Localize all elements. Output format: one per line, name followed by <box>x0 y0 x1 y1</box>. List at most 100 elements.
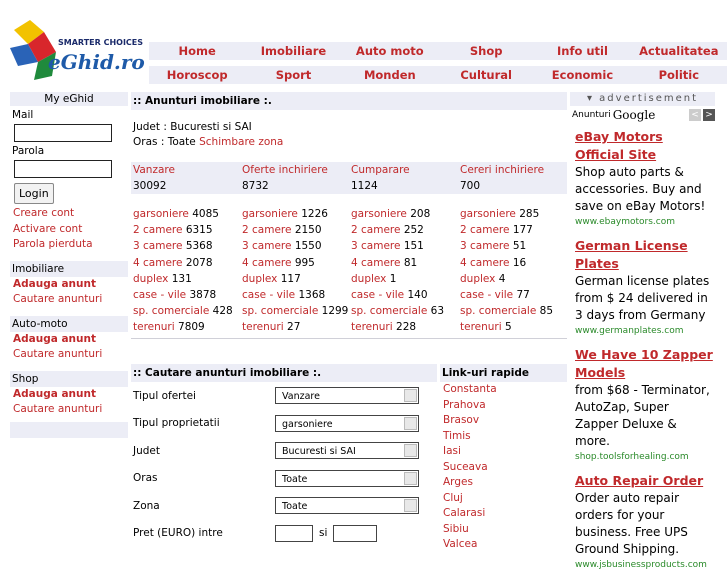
ad-url-link[interactable]: www.ebaymotors.com <box>575 215 715 229</box>
property-type-link[interactable]: 2 camere <box>460 224 509 236</box>
imobiliare-search-link[interactable]: Cautare anunturi <box>13 292 125 308</box>
property-type-link[interactable]: duplex <box>133 273 168 285</box>
create-account-link[interactable]: Creare cont <box>13 206 125 222</box>
auto-moto-search-link[interactable]: Cautare anunturi <box>13 347 125 363</box>
quick-link-item[interactable]: Constanta <box>440 382 567 398</box>
nav-actualitatea[interactable]: Actualitatea <box>631 42 727 60</box>
password-input[interactable] <box>14 160 112 178</box>
property-type-link[interactable]: sp. comerciale <box>242 305 318 317</box>
quick-links-title: Link-uri rapide <box>440 364 567 382</box>
property-type-link[interactable]: 2 camere <box>242 224 291 236</box>
auto-moto-add-link[interactable]: Adauga anunt <box>13 332 125 348</box>
nav-cultural[interactable]: Cultural <box>438 66 534 84</box>
ads-column: ▾ advertisement Anunturi Google < > eBay… <box>570 92 715 572</box>
ad-url-link[interactable]: www.germanplates.com <box>575 324 715 338</box>
advertisement-header: ▾ advertisement <box>570 92 715 106</box>
nav-politic[interactable]: Politic <box>631 66 727 84</box>
lost-password-link[interactable]: Parola pierduta <box>13 237 125 253</box>
ad-url-link[interactable]: www.jsbusinessproducts.com <box>575 558 715 572</box>
property-type-link[interactable]: 4 camere <box>242 257 291 269</box>
nav-imobiliare[interactable]: Imobiliare <box>245 42 341 60</box>
nav-auto-moto[interactable]: Auto moto <box>342 42 438 60</box>
form-row-zone: Zona Toate <box>131 492 437 520</box>
property-type-link[interactable]: case - vile <box>242 289 295 301</box>
stat-cereri-link[interactable]: Cereri inchiriere <box>460 164 544 176</box>
property-type-link[interactable]: duplex <box>351 273 386 285</box>
ad-url-link[interactable]: shop.toolsforhealing.com <box>575 450 715 464</box>
google-logo[interactable]: Google <box>613 108 656 122</box>
property-type-link[interactable]: duplex <box>460 273 495 285</box>
quick-link-item[interactable]: Arges <box>440 475 567 491</box>
nav-horoscop[interactable]: Horoscop <box>149 66 245 84</box>
stat-oferte-link[interactable]: Oferte inchiriere <box>242 164 328 176</box>
property-type-link[interactable]: garsoniere <box>133 208 189 220</box>
form-row-price: Pret (EURO) intre si <box>131 520 437 548</box>
ad-title-link[interactable]: German License Plates <box>575 237 715 273</box>
property-type-link[interactable]: 4 camere <box>133 257 182 269</box>
property-type-link[interactable]: 2 camere <box>351 224 400 236</box>
property-type-link[interactable]: terenuri <box>133 321 175 333</box>
nav-economic[interactable]: Economic <box>534 66 630 84</box>
shop-search-link[interactable]: Cautare anunturi <box>13 402 125 418</box>
county-select[interactable]: Bucuresti si SAI <box>275 442 419 460</box>
property-type-link[interactable]: sp. comerciale <box>133 305 209 317</box>
property-type-link[interactable]: garsoniere <box>460 208 516 220</box>
quick-link-item[interactable]: Brasov <box>440 413 567 429</box>
quick-link-item[interactable]: Timis <box>440 429 567 445</box>
property-type-link[interactable]: case - vile <box>460 289 513 301</box>
ad-title-link[interactable]: eBay Motors Official Site <box>575 128 715 164</box>
activate-account-link[interactable]: Activare cont <box>13 222 125 238</box>
property-type-count: 85 <box>539 305 554 318</box>
property-type-link[interactable]: 3 camere <box>133 240 182 252</box>
property-type-cell: 2 camere 177 <box>458 222 567 238</box>
property-type-link[interactable]: 4 camere <box>460 257 509 269</box>
property-type-link[interactable]: garsoniere <box>242 208 298 220</box>
nav-monden[interactable]: Monden <box>342 66 438 84</box>
property-type-select[interactable]: garsoniere <box>275 414 419 432</box>
price-min-input[interactable] <box>275 524 313 542</box>
quick-link-item[interactable]: Suceava <box>440 460 567 476</box>
property-type-link[interactable]: terenuri <box>242 321 284 333</box>
property-type-link[interactable]: 3 camere <box>460 240 509 252</box>
nav-info-util[interactable]: Info util <box>534 42 630 60</box>
quick-link-item[interactable]: Iasi <box>440 444 567 460</box>
nav-home[interactable]: Home <box>149 42 245 60</box>
property-type-link[interactable]: 4 camere <box>351 257 400 269</box>
property-type-link[interactable]: 3 camere <box>351 240 400 252</box>
property-type-link[interactable]: sp. comerciale <box>460 305 536 317</box>
quick-link-item[interactable]: Prahova <box>440 398 567 414</box>
ad-title-link[interactable]: Auto Repair Order <box>575 472 715 490</box>
quick-link-item[interactable]: Cluj <box>440 491 567 507</box>
google-ads-label: Anunturi <box>572 110 611 120</box>
property-type-link[interactable]: terenuri <box>460 321 502 333</box>
quick-link-item[interactable]: Calarasi <box>440 506 567 522</box>
offer-type-select[interactable]: Vanzare <box>275 387 419 405</box>
property-type-link[interactable]: 2 camere <box>133 224 182 236</box>
mail-input[interactable] <box>14 124 112 142</box>
dropdown-arrow-icon <box>404 389 417 403</box>
property-type-link[interactable]: duplex <box>242 273 277 285</box>
stat-cumparare-link[interactable]: Cumparare <box>351 164 410 176</box>
property-type-count: 4085 <box>192 208 219 220</box>
quick-link-item[interactable]: Sibiu <box>440 522 567 538</box>
eghid-logo[interactable]: SMARTER CHOICES eGhid.ro <box>8 18 145 90</box>
login-button[interactable]: Login <box>14 183 54 204</box>
change-zone-link[interactable]: Schimbare zona <box>199 136 283 148</box>
property-type-link[interactable]: case - vile <box>351 289 404 301</box>
property-type-link[interactable]: 3 camere <box>242 240 291 252</box>
price-max-input[interactable] <box>333 524 378 542</box>
nav-sport[interactable]: Sport <box>245 66 341 84</box>
stat-vanzare-link[interactable]: Vanzare <box>133 164 175 176</box>
next-arrow-icon[interactable]: > <box>703 109 715 121</box>
property-type-link[interactable]: garsoniere <box>351 208 407 220</box>
imobiliare-add-link[interactable]: Adauga anunt <box>13 277 125 293</box>
property-type-link[interactable]: case - vile <box>133 289 186 301</box>
property-type-link[interactable]: sp. comerciale <box>351 305 427 317</box>
ad-title-link[interactable]: We Have 10 Zapper Models <box>575 346 715 382</box>
shop-add-link[interactable]: Adauga anunt <box>13 387 125 403</box>
city-select[interactable]: Toate <box>275 469 419 487</box>
property-type-link[interactable]: terenuri <box>351 321 393 333</box>
nav-shop[interactable]: Shop <box>438 42 534 60</box>
zone-select[interactable]: Toate <box>275 497 419 515</box>
prev-arrow-icon[interactable]: < <box>689 109 701 121</box>
